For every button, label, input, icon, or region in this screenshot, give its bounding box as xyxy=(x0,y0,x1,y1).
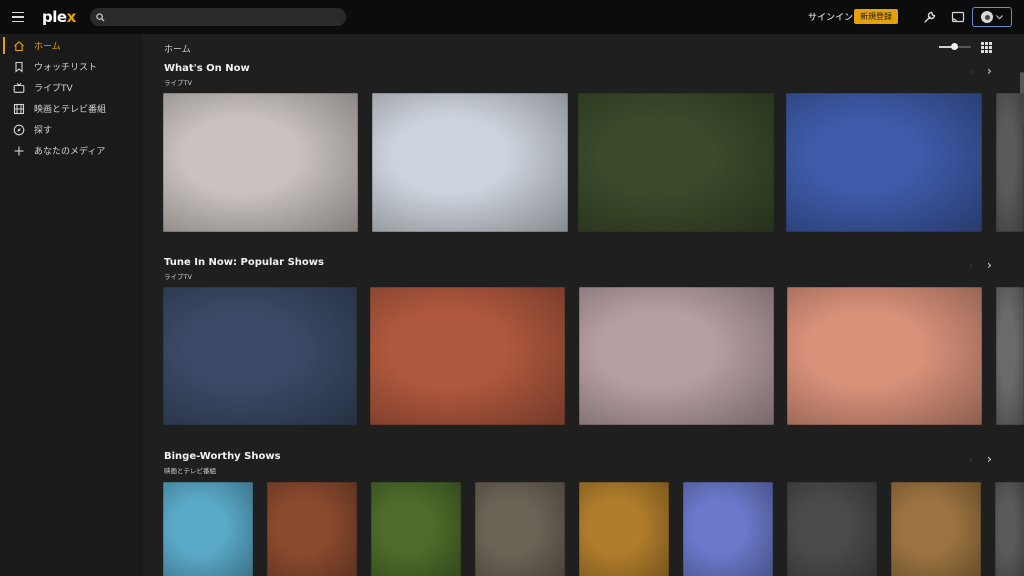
media-thumbnail xyxy=(372,93,568,232)
sidebar-item-movies-tv[interactable]: 映画とテレビ番組 xyxy=(0,98,143,119)
section-subtitle: 映画とテレビ番組 xyxy=(164,467,216,475)
section-subtitle: ライブTV xyxy=(164,273,192,281)
media-card[interactable] xyxy=(372,93,568,232)
media-card[interactable] xyxy=(891,482,981,576)
media-thumbnail xyxy=(787,287,982,425)
media-thumbnail xyxy=(786,93,982,232)
media-card[interactable] xyxy=(995,482,1024,576)
signup-button[interactable]: 新規登録 xyxy=(854,9,898,24)
media-thumbnail xyxy=(996,287,1024,425)
media-card[interactable] xyxy=(996,93,1024,232)
sidebar-item-home[interactable]: ホーム xyxy=(0,35,143,56)
film-icon xyxy=(12,102,26,116)
menu-icon[interactable] xyxy=(0,0,36,34)
media-thumbnail xyxy=(578,93,774,232)
plex-logo[interactable]: plex xyxy=(42,8,76,26)
media-thumbnail xyxy=(163,93,358,232)
media-card[interactable] xyxy=(371,482,461,576)
tv-icon xyxy=(12,81,26,95)
sidebar-item-label: ライブTV xyxy=(34,84,73,94)
section-title[interactable]: What's On Now xyxy=(164,63,250,74)
search-bar[interactable] xyxy=(89,8,346,26)
media-thumbnail xyxy=(787,482,877,576)
section-title[interactable]: Binge-Worthy Shows xyxy=(164,451,281,462)
media-thumbnail xyxy=(891,482,981,576)
scroll-right-icon[interactable]: › xyxy=(987,258,992,272)
scroll-left-icon: ‹ xyxy=(969,259,974,272)
media-thumbnail xyxy=(579,287,774,425)
grid-view-icon[interactable] xyxy=(981,42,992,53)
scroll-left-icon: ‹ xyxy=(969,65,974,78)
sidebar-item-label: ホーム xyxy=(34,42,61,52)
main-content: ホーム What's On Now ライブTV ‹ › Tune In Now:… xyxy=(143,34,1024,576)
media-card[interactable] xyxy=(475,482,565,576)
media-thumbnail xyxy=(163,482,253,576)
sidebar: ホーム ウォッチリスト ライブTV 映画とテレビ番組 探す あなたのメディア xyxy=(0,34,143,576)
top-bar: plex サインイン 新規登録 xyxy=(0,0,1024,34)
media-thumbnail xyxy=(163,287,357,425)
media-card[interactable] xyxy=(578,93,774,232)
compass-icon xyxy=(12,123,26,137)
breadcrumb: ホーム xyxy=(164,45,191,55)
sidebar-item-discover[interactable]: 探す xyxy=(0,119,143,140)
media-card[interactable] xyxy=(787,287,982,425)
sidebar-item-live-tv[interactable]: ライブTV xyxy=(0,77,143,98)
media-thumbnail xyxy=(370,287,565,425)
plus-icon xyxy=(12,144,26,158)
media-card[interactable] xyxy=(683,482,773,576)
media-card[interactable] xyxy=(370,287,565,425)
scroll-right-icon[interactable]: › xyxy=(987,64,992,78)
search-input[interactable] xyxy=(108,10,333,24)
sidebar-item-label: 探す xyxy=(34,126,53,136)
media-card[interactable] xyxy=(579,287,774,425)
user-avatar-icon xyxy=(981,11,993,23)
sidebar-item-label: あなたのメディア xyxy=(34,147,106,157)
search-icon xyxy=(96,12,105,22)
settings-wrench-icon[interactable] xyxy=(922,9,938,25)
scroll-right-icon[interactable]: › xyxy=(987,452,992,466)
media-card[interactable] xyxy=(163,482,253,576)
slider-knob[interactable] xyxy=(951,43,958,50)
media-thumbnail xyxy=(995,482,1024,576)
zoom-slider[interactable] xyxy=(939,43,971,50)
media-thumbnail xyxy=(267,482,357,576)
sidebar-item-label: 映画とテレビ番組 xyxy=(34,105,107,115)
media-thumbnail xyxy=(579,482,669,576)
media-thumbnail xyxy=(683,482,773,576)
media-card[interactable] xyxy=(267,482,357,576)
media-card[interactable] xyxy=(996,287,1024,425)
scroll-left-icon: ‹ xyxy=(969,453,974,466)
home-icon xyxy=(12,39,26,53)
media-thumbnail xyxy=(475,482,565,576)
media-card[interactable] xyxy=(163,287,357,425)
bookmark-icon xyxy=(12,60,26,74)
section-subtitle: ライブTV xyxy=(164,79,192,87)
user-menu[interactable] xyxy=(972,7,1012,27)
media-thumbnail xyxy=(371,482,461,576)
section-title[interactable]: Tune In Now: Popular Shows xyxy=(164,257,324,268)
signin-link[interactable]: サインイン xyxy=(808,10,853,23)
sidebar-item-label: ウォッチリスト xyxy=(34,63,98,73)
sidebar-item-watchlist[interactable]: ウォッチリスト xyxy=(0,56,143,77)
media-card[interactable] xyxy=(787,482,877,576)
sidebar-item-your-media[interactable]: あなたのメディア xyxy=(0,140,143,161)
media-thumbnail xyxy=(996,93,1024,232)
cast-icon[interactable] xyxy=(950,9,966,25)
chevron-down-icon xyxy=(996,14,1003,20)
media-card[interactable] xyxy=(163,93,358,232)
media-card[interactable] xyxy=(579,482,669,576)
media-card[interactable] xyxy=(786,93,982,232)
